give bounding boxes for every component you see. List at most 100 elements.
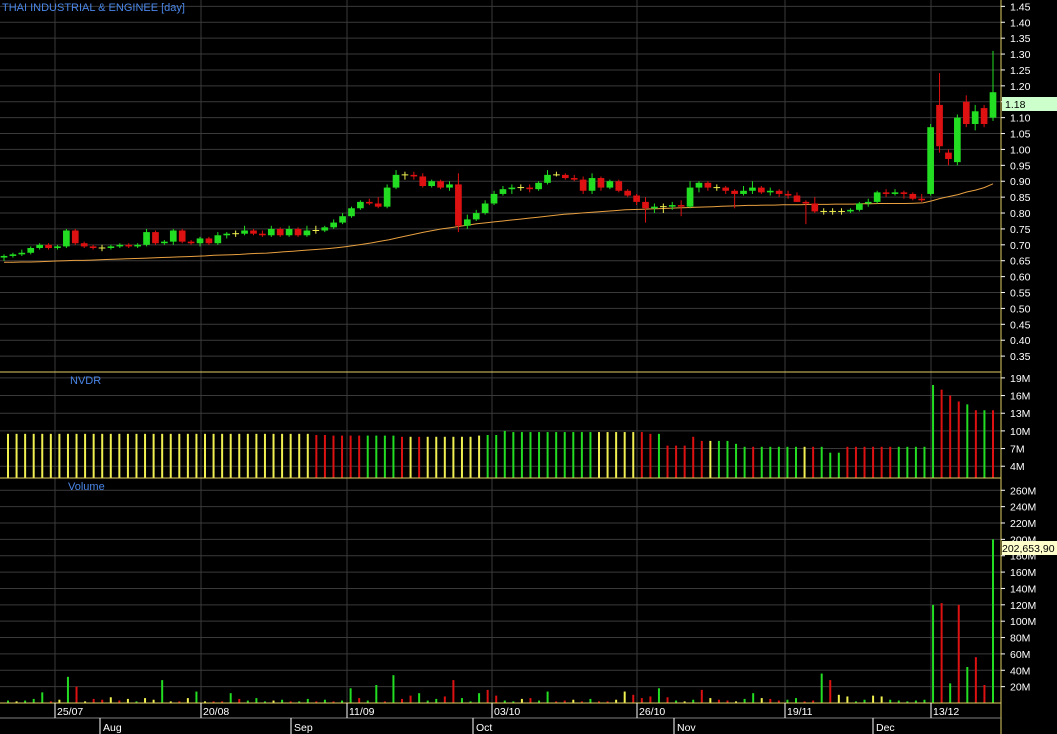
candle-body bbox=[535, 182, 542, 190]
candle-body bbox=[27, 248, 35, 253]
candle-body bbox=[89, 246, 97, 248]
volume-tick-label: 240M bbox=[1010, 502, 1036, 514]
candle-body bbox=[980, 108, 988, 124]
candle-body bbox=[900, 192, 908, 194]
month-label: Aug bbox=[103, 722, 122, 734]
nvdr-axis: 19M 16M 13M 10M 7M 4M bbox=[1001, 373, 1030, 473]
candle-body bbox=[357, 201, 364, 209]
chart-title: THAI INDUSTRIAL & ENGINEE [day] bbox=[2, 2, 185, 14]
price-tick-label: 1.20 bbox=[1010, 81, 1031, 93]
candle-body bbox=[962, 101, 970, 124]
candle-body bbox=[285, 228, 293, 236]
volume-tick-label: 140M bbox=[1010, 583, 1036, 595]
candle-body bbox=[481, 203, 489, 214]
candle-body bbox=[374, 203, 382, 207]
candle-body bbox=[276, 228, 284, 236]
date-label: 26/10 bbox=[639, 706, 665, 718]
candle-body bbox=[695, 182, 703, 188]
candle-body bbox=[570, 178, 578, 180]
price-tick-label: 0.65 bbox=[1010, 256, 1031, 268]
candle-body bbox=[330, 222, 338, 228]
price-tick-label: 1.45 bbox=[1010, 1, 1031, 13]
candle-body bbox=[677, 205, 685, 207]
candle-body bbox=[597, 178, 605, 188]
price-tick-label: 0.60 bbox=[1010, 272, 1031, 284]
candle-body bbox=[321, 227, 329, 231]
nvdr-tick-label: 19M bbox=[1010, 373, 1030, 385]
price-tick-label: 0.40 bbox=[1010, 335, 1031, 347]
candle-body bbox=[499, 189, 507, 194]
candle-body bbox=[508, 187, 516, 190]
nvdr-tick-label: 13M bbox=[1010, 408, 1030, 420]
nvdr-tick-label: 10M bbox=[1010, 426, 1030, 438]
candle-body bbox=[847, 209, 854, 212]
candle-body bbox=[544, 174, 551, 183]
candle-body bbox=[383, 187, 391, 207]
price-tick-label: 0.35 bbox=[1010, 351, 1031, 363]
candle-body bbox=[766, 190, 774, 193]
candle-body bbox=[615, 181, 623, 191]
month-label: Dec bbox=[876, 722, 895, 734]
candle-body bbox=[80, 243, 88, 247]
candle-body bbox=[241, 230, 248, 234]
candle-body bbox=[642, 201, 649, 209]
candle-body bbox=[348, 208, 355, 217]
stock-chart: THAI INDUSTRIAL & ENGINEE [day] NVDR Vol… bbox=[0, 0, 1057, 734]
candle-body bbox=[740, 190, 747, 194]
candle-body bbox=[410, 174, 418, 177]
candle-body bbox=[864, 201, 872, 204]
grid bbox=[0, 0, 1001, 718]
volume-tick-label: 80M bbox=[1010, 633, 1030, 645]
nvdr-bars bbox=[7, 384, 994, 478]
candle-body bbox=[722, 187, 730, 191]
date-label: 03/10 bbox=[494, 706, 520, 718]
candle-body bbox=[954, 117, 961, 163]
nvdr-panel[interactable] bbox=[7, 384, 994, 478]
candle-body bbox=[802, 201, 810, 204]
candle-body bbox=[651, 206, 658, 209]
candle-body bbox=[223, 233, 231, 236]
price-panel[interactable] bbox=[0, 50, 997, 263]
volume-tick-label: 20M bbox=[1010, 682, 1030, 694]
candle-body bbox=[909, 193, 917, 199]
month-label: Nov bbox=[677, 722, 696, 734]
candle-body bbox=[54, 246, 61, 248]
candle-body bbox=[686, 187, 694, 207]
price-tick-label: 0.75 bbox=[1010, 224, 1031, 236]
candle-body bbox=[704, 182, 712, 188]
candle-body bbox=[45, 244, 52, 248]
candle-body bbox=[250, 230, 257, 234]
candle-body bbox=[71, 230, 79, 244]
price-tick-label: 1.00 bbox=[1010, 144, 1031, 156]
moving-average-line bbox=[4, 183, 994, 263]
month-label: Oct bbox=[476, 722, 492, 734]
volume-panel-label: Volume bbox=[68, 481, 105, 493]
date-label: 11/09 bbox=[349, 706, 375, 718]
volume-tick-label: 120M bbox=[1010, 600, 1036, 612]
candle-body bbox=[811, 203, 819, 212]
nvdr-tick-label: 7M bbox=[1010, 444, 1025, 456]
candle-body bbox=[205, 238, 213, 244]
candle-body bbox=[419, 176, 427, 186]
candle-body bbox=[633, 195, 640, 202]
candle-body bbox=[526, 187, 534, 190]
candle-body bbox=[107, 246, 115, 248]
price-tick-label: 1.10 bbox=[1010, 113, 1031, 125]
candle-body bbox=[882, 192, 890, 194]
volume-tick-label: 60M bbox=[1010, 649, 1030, 661]
candle-body bbox=[187, 241, 195, 244]
price-tick-label: 0.85 bbox=[1010, 192, 1031, 204]
candle-body bbox=[63, 230, 70, 247]
candle-body bbox=[927, 127, 934, 194]
candle-body bbox=[214, 235, 222, 244]
candle-body bbox=[178, 230, 186, 242]
candle-body bbox=[428, 181, 436, 186]
candle-body bbox=[116, 244, 124, 247]
volume-tick-label: 160M bbox=[1010, 567, 1036, 579]
candle-body bbox=[873, 192, 881, 202]
candle-body bbox=[989, 92, 997, 118]
date-label: 20/08 bbox=[203, 706, 229, 718]
price-axis: 1.451.401.351.301.251.201.151.101.051.00… bbox=[1001, 1, 1031, 363]
price-tick-label: 0.45 bbox=[1010, 319, 1031, 331]
candle-body bbox=[392, 174, 400, 188]
